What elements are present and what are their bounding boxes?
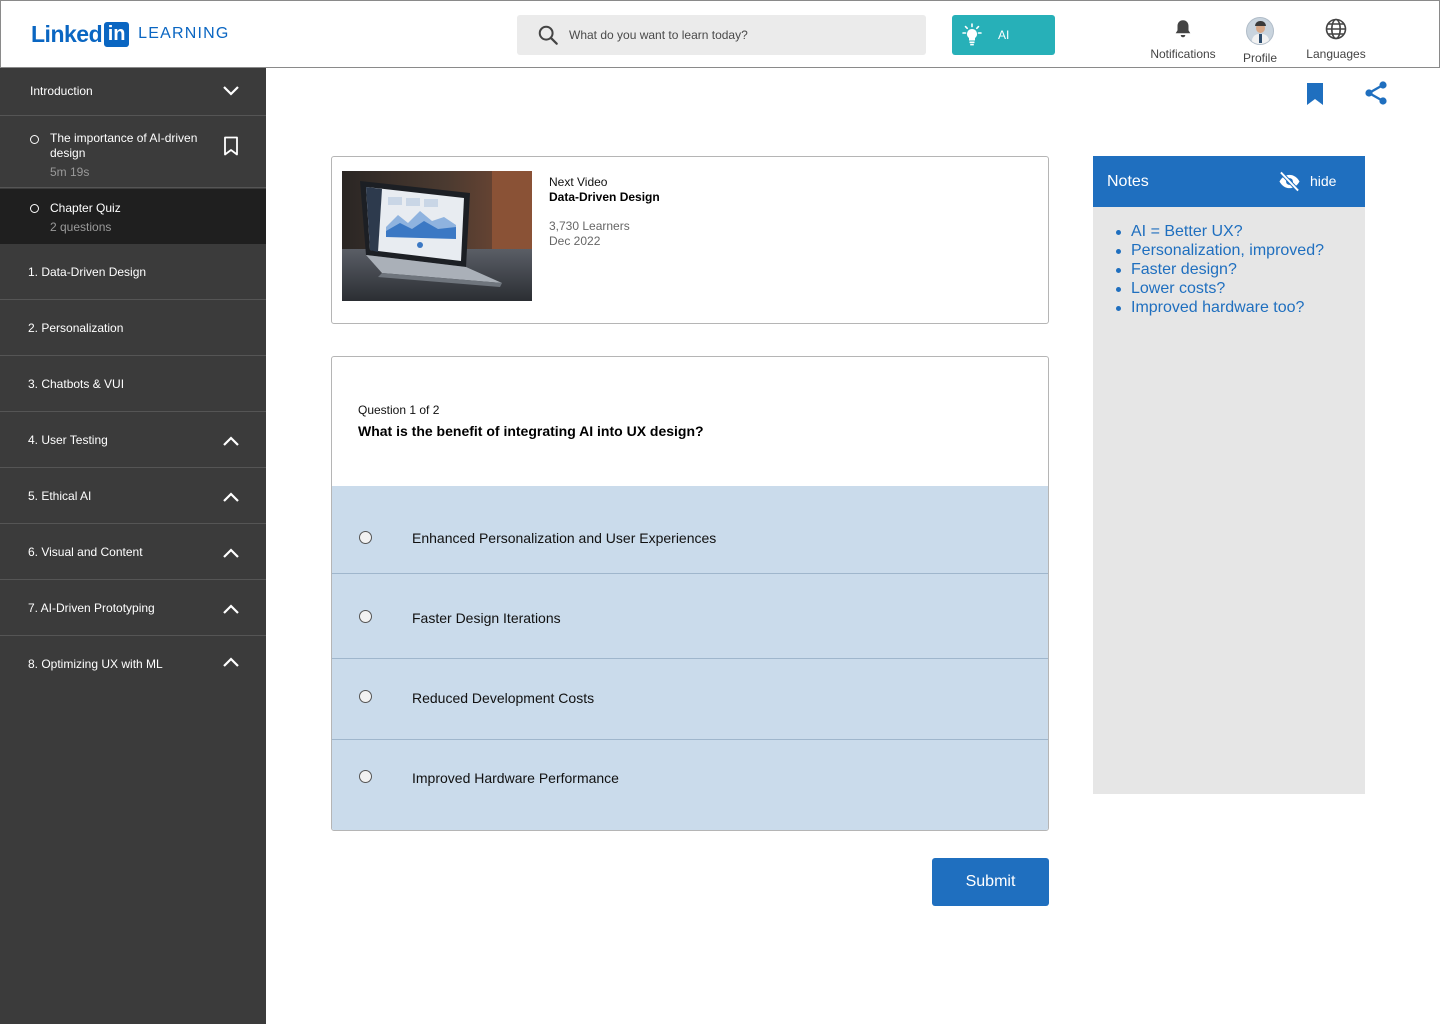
ai-button[interactable]: AI: [952, 15, 1055, 55]
notes-title: Notes: [1107, 173, 1149, 190]
question-text: What is the benefit of integrating AI in…: [358, 423, 704, 439]
answer-option-1[interactable]: Enhanced Personalization and User Experi…: [332, 486, 1048, 573]
chevron-up-icon[interactable]: [222, 656, 240, 668]
note-item[interactable]: Lower costs?: [1115, 279, 1324, 298]
search-bar: [517, 15, 926, 55]
share-icon[interactable]: [1363, 80, 1389, 106]
search-input[interactable]: [569, 15, 914, 55]
next-video-date: Dec 2022: [549, 234, 601, 248]
globe-icon: [1325, 18, 1347, 40]
sidebar-chapter-3[interactable]: 3. Chatbots & VUI: [0, 356, 266, 412]
answer-option-label: Reduced Development Costs: [412, 690, 595, 706]
sidebar-section-introduction[interactable]: Introduction: [0, 68, 266, 116]
note-item[interactable]: Improved hardware too?: [1115, 298, 1324, 317]
chapter-label: 3. Chatbots & VUI: [28, 377, 125, 391]
logo-linked-text: Linked: [31, 20, 103, 47]
hide-notes-label: hide: [1310, 173, 1337, 189]
chevron-up-icon[interactable]: [222, 435, 240, 447]
linkedin-learning-logo[interactable]: Linked in LEARNING: [31, 21, 230, 47]
quiz-meta: 2 questions: [50, 220, 112, 234]
radio-button[interactable]: [359, 531, 372, 544]
video-thumbnail[interactable]: [342, 171, 532, 301]
quiz-title: Chapter Quiz: [50, 201, 121, 215]
sidebar-section-label: Introduction: [30, 84, 93, 98]
answer-option-label: Faster Design Iterations: [412, 610, 561, 626]
chevron-up-icon[interactable]: [222, 603, 240, 615]
search-icon[interactable]: [537, 24, 559, 46]
sidebar-chapter-5[interactable]: 5. Ethical AI: [0, 468, 266, 524]
chevron-down-icon[interactable]: [222, 85, 240, 97]
chapter-label: 8. Optimizing UX with ML: [28, 657, 163, 671]
next-video-card[interactable]: Next Video Data-Driven Design 3,730 Lear…: [331, 156, 1049, 324]
sidebar-chapter-8[interactable]: 8. Optimizing UX with ML: [0, 636, 266, 692]
lesson-title: The importance of AI-driven design: [50, 131, 198, 160]
next-video-learners: 3,730 Learners: [549, 219, 630, 233]
course-sidebar: Introduction The importance of AI-driven…: [0, 68, 266, 1024]
next-video-title[interactable]: Data-Driven Design: [549, 190, 660, 204]
next-video-label: Next Video: [549, 175, 608, 189]
nav-languages-label: Languages: [1306, 47, 1366, 61]
nav-languages[interactable]: Languages: [1301, 17, 1371, 61]
note-item[interactable]: Faster design?: [1115, 260, 1324, 279]
progress-ring-icon: [30, 204, 39, 213]
sidebar-chapter-4[interactable]: 4. User Testing: [0, 412, 266, 468]
answer-option-3[interactable]: Reduced Development Costs: [332, 659, 1048, 739]
answer-options: Enhanced Personalization and User Experi…: [332, 486, 1048, 830]
lightbulb-icon: [962, 23, 982, 46]
sidebar-chapter-1[interactable]: 1. Data-Driven Design: [0, 244, 266, 300]
notes-panel: Notes hide AI = Better UX? Personalizati…: [1093, 156, 1365, 794]
eye-off-icon: [1279, 171, 1300, 192]
chapter-label: 4. User Testing: [28, 433, 108, 447]
nav-profile[interactable]: Profile: [1237, 17, 1283, 65]
nav-notifications-label: Notifications: [1150, 47, 1216, 61]
radio-button[interactable]: [359, 610, 372, 623]
nav-profile-label: Profile: [1242, 51, 1277, 65]
radio-button[interactable]: [359, 690, 372, 703]
notes-header: Notes hide: [1093, 156, 1365, 207]
sidebar-item-chapter-quiz[interactable]: Chapter Quiz 2 questions: [0, 189, 266, 244]
chapter-label: 6. Visual and Content: [28, 545, 143, 559]
laptop-thumbnail-image: [342, 171, 532, 301]
sidebar-chapter-6[interactable]: 6. Visual and Content: [0, 524, 266, 580]
bell-icon: [1175, 20, 1191, 38]
bookmark-icon[interactable]: [1305, 82, 1325, 106]
bookmark-outline-icon[interactable]: [223, 136, 239, 156]
chapter-label: 1. Data-Driven Design: [28, 265, 147, 279]
ai-button-label: AI: [998, 28, 1010, 42]
answer-option-2[interactable]: Faster Design Iterations: [332, 574, 1048, 658]
note-item[interactable]: Personalization, improved?: [1115, 241, 1324, 260]
radio-button[interactable]: [359, 770, 372, 783]
avatar: [1246, 17, 1274, 45]
answer-option-label: Improved Hardware Performance: [412, 770, 619, 786]
logo-product-text: LEARNING: [138, 25, 230, 42]
chapter-label: 7. AI-Driven Prototyping: [28, 601, 155, 615]
answer-option-4[interactable]: Improved Hardware Performance: [332, 740, 1048, 830]
top-header: Linked in LEARNING AI Notifications: [0, 0, 1440, 68]
logo-in-badge: in: [104, 21, 130, 47]
submit-button[interactable]: Submit: [932, 858, 1049, 906]
hide-notes-button[interactable]: hide: [1278, 170, 1348, 194]
notes-list[interactable]: AI = Better UX? Personalization, improve…: [1115, 222, 1324, 317]
nav-notifications[interactable]: Notifications: [1144, 17, 1222, 61]
chevron-up-icon[interactable]: [222, 491, 240, 503]
sidebar-item-lesson[interactable]: The importance of AI-driven design 5m 19…: [0, 117, 266, 188]
chapter-label: 2. Personalization: [28, 321, 124, 335]
answer-option-label: Enhanced Personalization and User Experi…: [412, 530, 717, 546]
lesson-duration: 5m 19s: [50, 165, 90, 179]
quiz-card: Question 1 of 2 What is the benefit of i…: [331, 356, 1049, 831]
chevron-up-icon[interactable]: [222, 547, 240, 559]
note-item[interactable]: AI = Better UX?: [1115, 222, 1324, 241]
question-counter: Question 1 of 2: [358, 403, 440, 417]
progress-ring-icon: [30, 135, 39, 144]
sidebar-chapter-7[interactable]: 7. AI-Driven Prototyping: [0, 580, 266, 636]
chapter-label: 5. Ethical AI: [28, 489, 92, 503]
sidebar-chapter-2[interactable]: 2. Personalization: [0, 300, 266, 356]
